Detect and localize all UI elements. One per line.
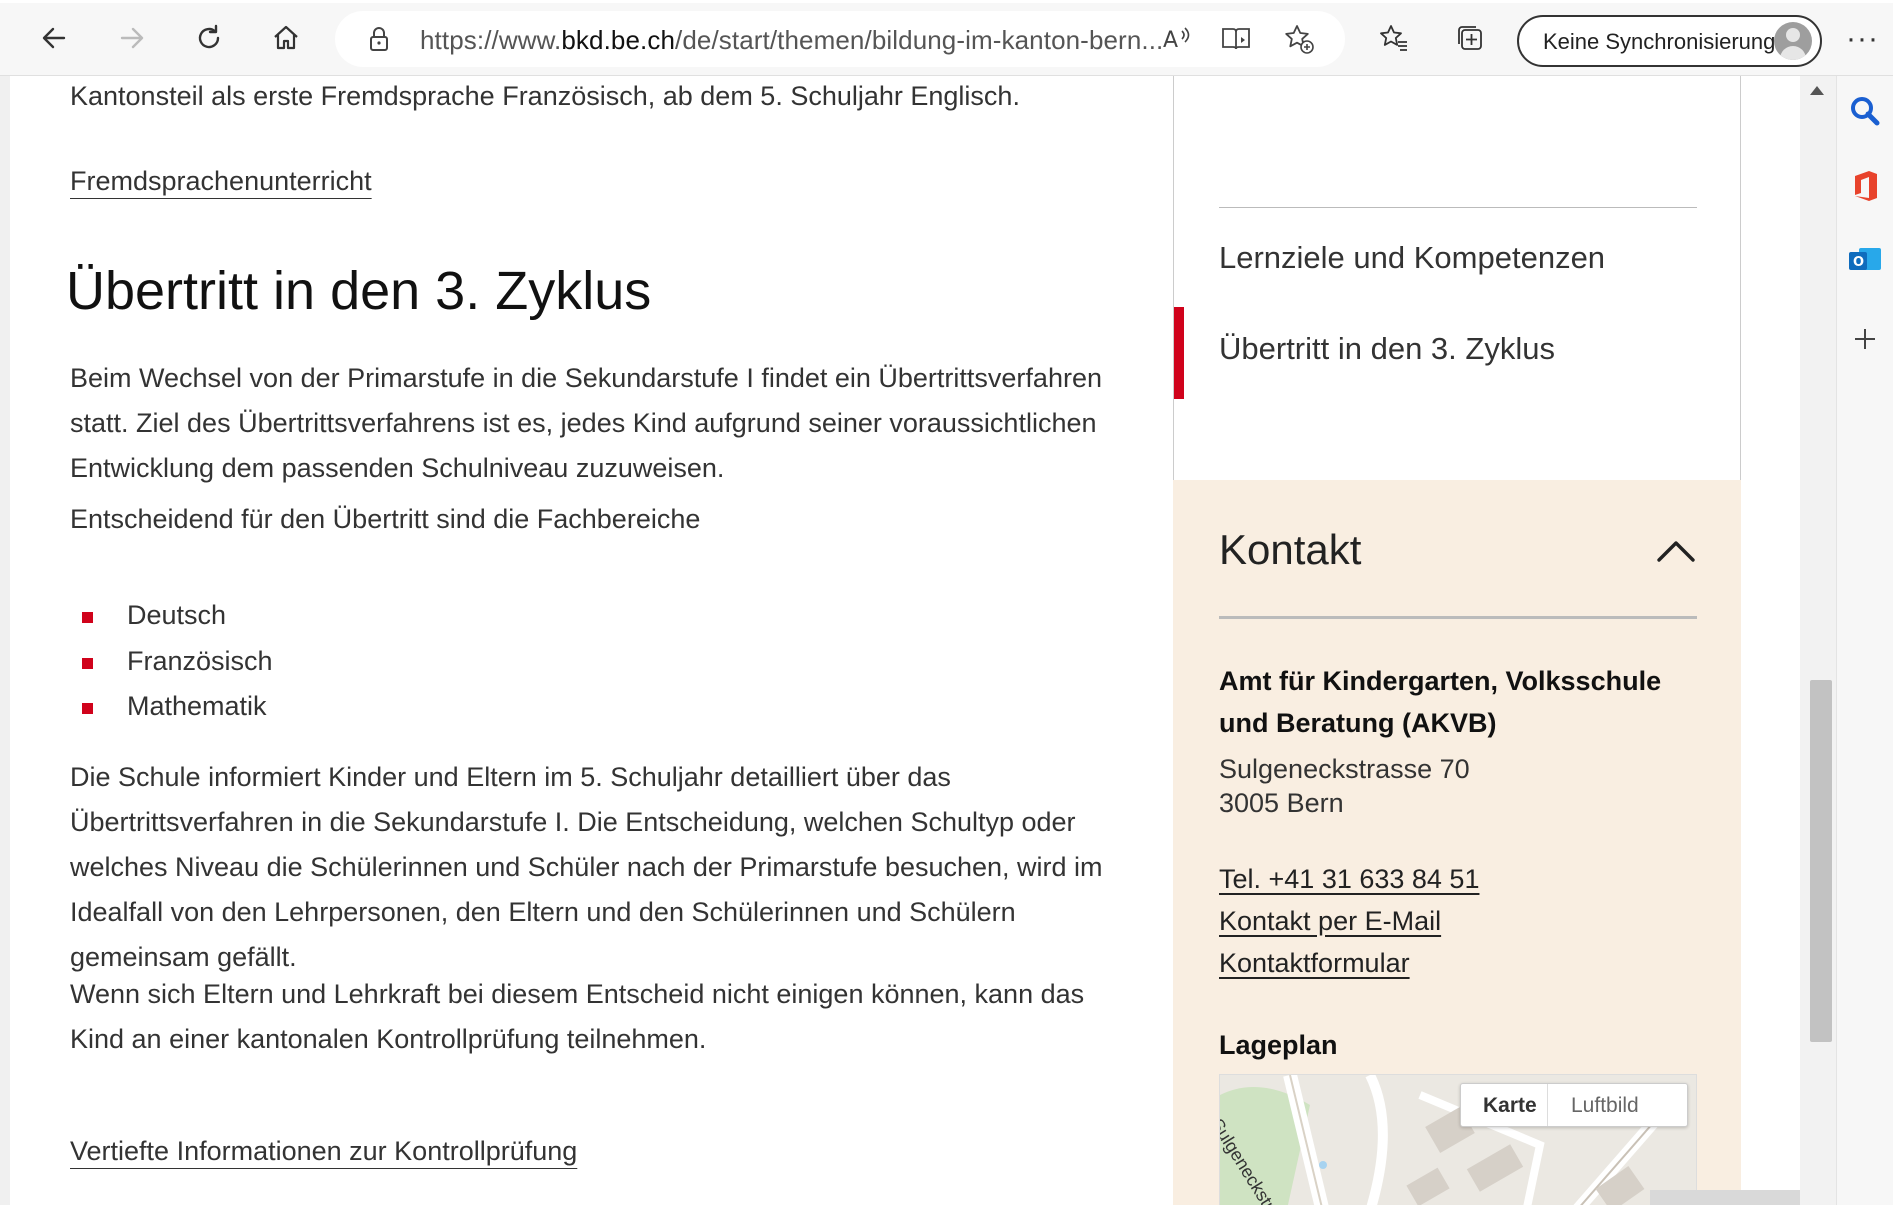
profile-sync-button[interactable]: Keine Synchronisierung — [1517, 15, 1822, 67]
add-favorite-icon[interactable] — [1283, 23, 1315, 55]
favorites-button[interactable] — [1370, 14, 1418, 62]
section-navigation: Lernziele und Kompetenzen Übertritt in d… — [1173, 76, 1741, 486]
home-button[interactable] — [262, 14, 310, 62]
tab-strip-edge — [0, 0, 1893, 3]
phone-link[interactable]: Tel. +41 31 633 84 51 — [1219, 864, 1479, 895]
chevron-up-icon[interactable] — [1655, 530, 1697, 572]
svg-text:O: O — [1853, 255, 1864, 270]
arrow-left-icon — [42, 27, 66, 49]
fremdsprachen-link[interactable]: Fremdsprachenunterricht — [70, 166, 372, 197]
svg-text:A: A — [1163, 28, 1178, 53]
section-heading: Übertritt in den 3. Zyklus — [66, 261, 652, 321]
window-left-edge — [0, 76, 10, 1205]
contact-panel: Kontakt Amt für Kindergarten, Volksschul… — [1173, 480, 1741, 1205]
map-type-toggle: Karte Luftbild — [1460, 1083, 1688, 1127]
paragraph-subjects-intro: Entscheidend für den Übertritt sind die … — [70, 504, 701, 534]
map-tab-luftbild[interactable]: Luftbild — [1571, 1094, 1639, 1118]
contact-form-link[interactable]: Kontaktformular — [1219, 948, 1410, 979]
office-icon[interactable] — [1847, 168, 1883, 204]
outlook-icon[interactable]: O — [1847, 242, 1883, 278]
address-bar[interactable]: https://www.bkd.be.ch/de/start/themen/bi… — [335, 11, 1345, 67]
contact-organization: Amt für Kindergarten, Volksschule und Be… — [1219, 666, 1662, 738]
contact-divider — [1219, 616, 1697, 619]
intro-text: Kantonsteil als erste Fremdsprache Franz… — [70, 81, 1020, 111]
more-options-button[interactable]: ··· — [1846, 22, 1879, 56]
contact-city: 3005 Bern — [1219, 788, 1344, 818]
arrow-right-icon — [120, 27, 144, 49]
refresh-icon — [198, 24, 220, 49]
collections-button[interactable] — [1446, 14, 1494, 62]
refresh-button[interactable] — [185, 14, 233, 62]
status-strip — [1650, 1190, 1800, 1205]
collections-icon — [1458, 26, 1482, 50]
scroll-up-icon[interactable] — [1810, 86, 1824, 95]
bullet-square-icon — [82, 658, 93, 669]
read-aloud-icon[interactable]: A — [1160, 23, 1192, 55]
active-indicator — [1174, 307, 1184, 399]
paragraph-decision: Die Schule informiert Kinder und Eltern … — [70, 762, 1103, 972]
edge-sidebar: O — [1836, 76, 1893, 1205]
paragraph-intro: Beim Wechsel von der Primarstufe in die … — [70, 363, 1102, 483]
favorites-icon — [1380, 25, 1407, 51]
location-map[interactable]: Sulgeneckstr Karte Luftbild — [1219, 1074, 1697, 1205]
email-link[interactable]: Kontakt per E-Mail — [1219, 906, 1441, 937]
bullet-square-icon — [82, 612, 93, 623]
url-text[interactable]: https://www.bkd.be.ch/de/start/themen/bi… — [420, 25, 1163, 56]
forward-button[interactable] — [108, 14, 156, 62]
immersive-reader-icon[interactable] — [1220, 23, 1252, 55]
map-tab-karte[interactable]: Karte — [1483, 1094, 1537, 1118]
page-content: Kantonsteil als erste Fremdsprache Franz… — [10, 76, 1810, 1205]
nav-item-uebertritt[interactable]: Übertritt in den 3. Zyklus — [1219, 331, 1555, 367]
avatar — [1774, 22, 1812, 60]
browser-toolbar: https://www.bkd.be.ch/de/start/themen/bi… — [0, 0, 1893, 76]
sync-label: Keine Synchronisierung — [1543, 29, 1776, 54]
home-icon — [274, 25, 298, 50]
page-scrollbar[interactable] — [1800, 76, 1836, 1205]
contact-street: Sulgeneckstrasse 70 — [1219, 754, 1470, 784]
contact-title: Kontakt — [1219, 526, 1362, 573]
map-title: Lageplan — [1219, 1030, 1338, 1060]
nav-divider — [1219, 207, 1697, 208]
search-icon[interactable] — [1847, 94, 1883, 130]
add-icon[interactable] — [1847, 321, 1883, 357]
kontrollpruefung-link[interactable]: Vertiefte Informationen zur Kontrollprüf… — [70, 1136, 577, 1167]
scrollbar-thumb[interactable] — [1810, 680, 1832, 1042]
nav-item-lernziele[interactable]: Lernziele und Kompetenzen — [1219, 240, 1605, 276]
lock-icon[interactable] — [365, 25, 393, 53]
bullet-square-icon — [82, 703, 93, 714]
paragraph-kontrollpruefung: Wenn sich Eltern und Lehrkraft bei diese… — [70, 979, 1085, 1054]
back-button[interactable] — [30, 14, 78, 62]
